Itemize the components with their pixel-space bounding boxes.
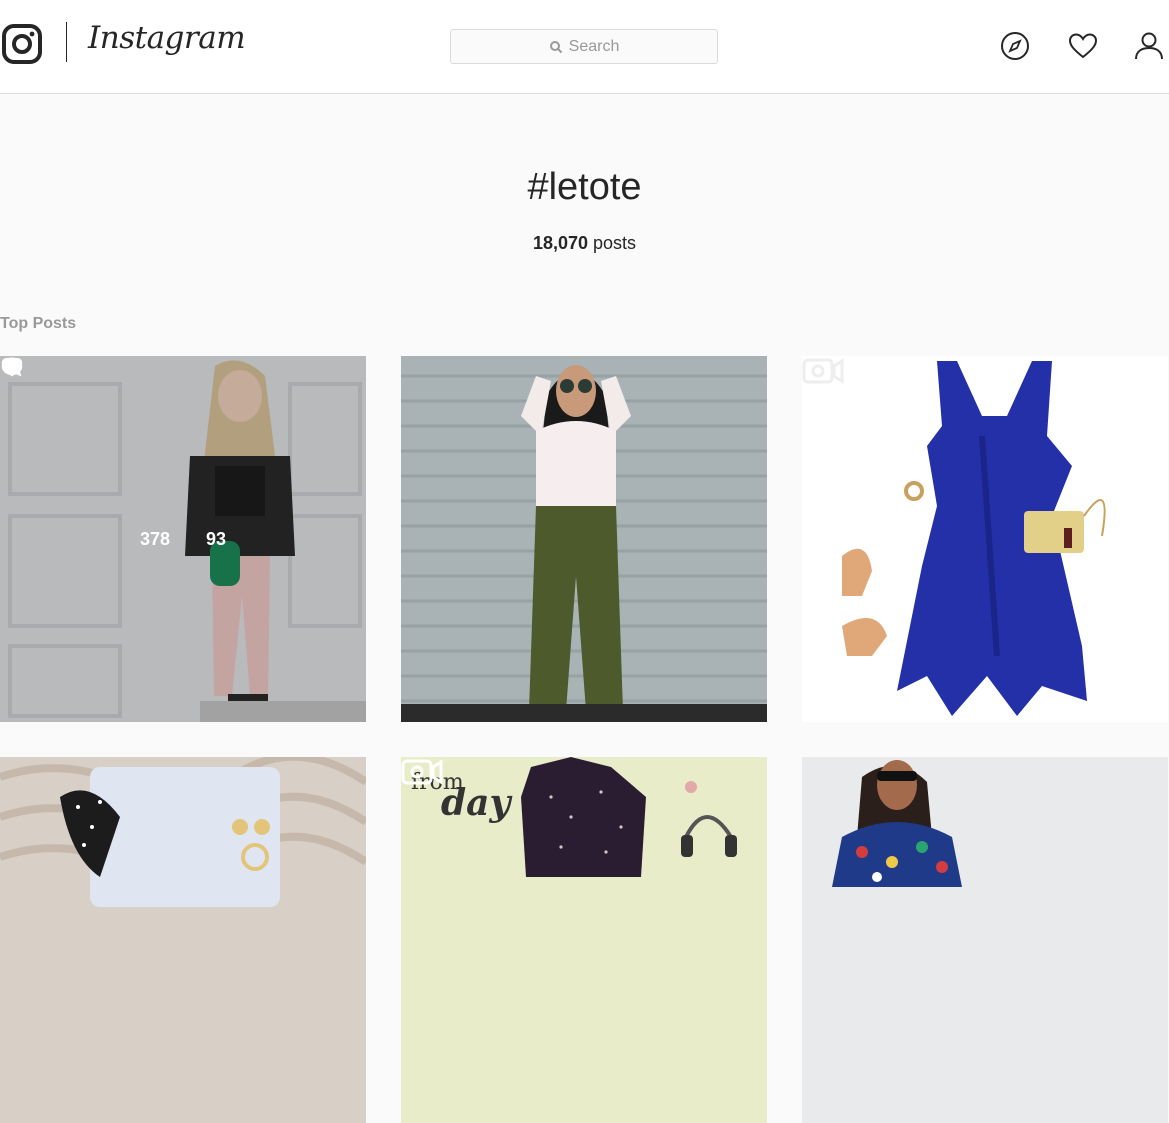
instagram-wordmark[interactable]: Instagram <box>88 20 246 56</box>
post-thumbnail-3[interactable] <box>802 356 1168 722</box>
activity-heart-icon[interactable] <box>1067 30 1099 62</box>
post-5-caption-large: day <box>441 782 512 824</box>
post-thumbnail-5[interactable]: from day <box>401 757 767 1123</box>
hashtag-post-count: 18,070 posts <box>0 233 1169 254</box>
top-posts-label: Top Posts <box>0 315 77 332</box>
post-count-suffix: posts <box>593 233 637 253</box>
post-thumbnail-6[interactable] <box>802 757 1168 1123</box>
post-thumbnail-1[interactable]: 378 93 <box>0 356 366 722</box>
search-icon <box>549 40 562 53</box>
post-5-image: from day <box>401 757 767 1123</box>
post-3-image <box>802 356 1168 722</box>
comment-filled-icon <box>1 357 23 377</box>
comments-count: 93 <box>206 528 227 549</box>
hashtag-title: #letote <box>527 166 642 208</box>
logo-divider <box>66 22 67 62</box>
likes-count: 378 <box>139 528 170 549</box>
post-thumbnail-2[interactable] <box>401 356 767 722</box>
video-camera-icon <box>802 358 844 384</box>
instagram-camera-logo-icon[interactable] <box>2 24 42 64</box>
video-camera-icon <box>401 759 443 785</box>
comments-stat: 93 <box>1 357 227 550</box>
post-4-image <box>0 757 366 1123</box>
search-placeholder: Search <box>568 37 620 55</box>
profile-user-icon[interactable] <box>1133 30 1165 62</box>
post-thumbnail-4[interactable] <box>0 757 366 1123</box>
search-input[interactable]: Search <box>450 29 718 64</box>
top-navigation-bar: Instagram Search <box>0 0 1169 94</box>
post-2-image <box>401 356 767 722</box>
likes-stat: 378 <box>1 357 170 550</box>
post-6-image <box>802 757 1168 1123</box>
post-count-number: 18,070 <box>532 233 588 253</box>
explore-compass-icon[interactable] <box>999 30 1031 62</box>
post-1-hover-overlay: 378 93 <box>0 356 366 722</box>
